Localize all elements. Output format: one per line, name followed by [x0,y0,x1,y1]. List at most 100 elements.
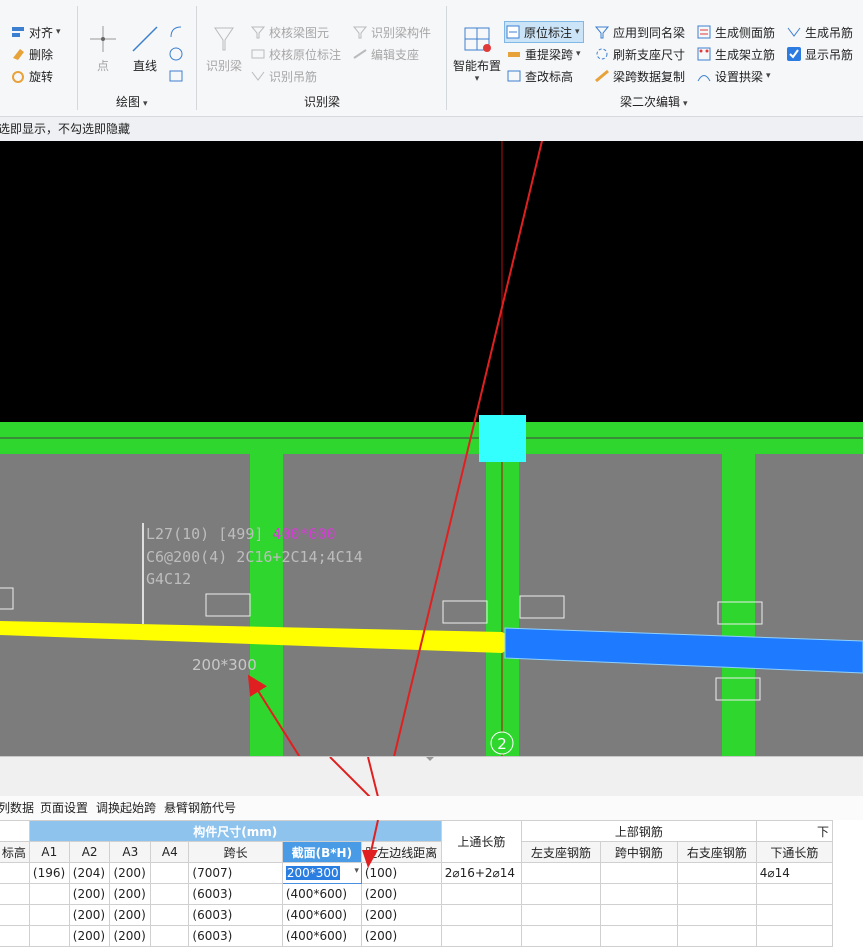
cell[interactable] [440,925,523,947]
smart-layout-button[interactable]: 智能布置 ▾ [450,24,504,84]
cell[interactable] [0,862,30,884]
cell[interactable] [0,883,30,905]
cell[interactable]: (200) [109,862,152,884]
cell[interactable]: 2⌀16+2⌀14 [440,862,523,884]
cell[interactable] [150,883,190,905]
check-beam-elements-button[interactable]: 校核梁图元 [250,22,329,42]
cell[interactable]: (7007) [188,862,283,884]
table-row[interactable]: (200) (200) (6003) (400*600) (200) [0,904,834,926]
inplace-annotation-button[interactable]: 原位标注 ▾ [504,21,584,43]
arc-tool-button[interactable] [168,22,187,42]
cell[interactable]: (200) [68,883,111,905]
cell[interactable] [599,862,678,884]
cell[interactable] [599,883,678,905]
cell[interactable] [150,904,190,926]
apply-same-name-button[interactable]: 应用到同名梁 [594,22,685,42]
cell[interactable]: (100) [360,862,442,884]
relift-span-button[interactable]: 重提梁跨 ▾ [506,44,581,64]
cell[interactable]: (200) [109,904,152,926]
cell[interactable] [599,925,678,947]
column-data-button[interactable]: 列数据 [0,796,34,820]
edit2-group-label[interactable]: 梁二次编辑 ▾ [620,93,688,110]
cell[interactable] [755,904,834,926]
apply-icon [594,24,610,40]
circle-tool-button[interactable] [168,44,187,64]
cell[interactable]: (200) [360,925,442,947]
gen-side-rebar-button[interactable]: 生成侧面筋 [696,22,775,42]
table-row[interactable]: (196) (204) (200) (7007) 200*300 ▾ (100) … [0,862,834,884]
check-elevation-button[interactable]: 查改标高 [506,66,573,86]
cell[interactable] [0,925,30,947]
show-hanger-checkbox[interactable]: 显示吊筋 [786,44,853,64]
draw-group-label[interactable]: 绘图 ▾ [116,93,148,110]
cell[interactable] [28,925,70,947]
cell[interactable] [676,925,757,947]
rect-tool-button[interactable] [168,66,187,86]
check-inplace-annotation-button[interactable]: 校核原位标注 [250,44,341,64]
cell[interactable]: 4⌀14 [755,862,834,884]
table-row[interactable]: (200) (200) (6003) (400*600) (200) [0,925,834,947]
line-button[interactable]: 直线 [128,24,162,74]
cell[interactable] [521,904,601,926]
smart-layout-icon [464,27,491,52]
cell[interactable] [28,904,70,926]
cell[interactable] [440,883,523,905]
cell[interactable] [0,904,30,926]
edit-support-button[interactable]: 编辑支座 [352,44,419,64]
beam-vertical-3[interactable] [722,454,755,756]
page-setup-button[interactable]: 页面设置 [40,796,88,820]
section-cell-value[interactable]: 200*300 [285,866,340,880]
cell[interactable] [676,862,757,884]
identify-beam-members-button[interactable]: 识别梁构件 [352,22,431,42]
dropdown-icon[interactable]: ▾ [354,866,359,876]
cell[interactable] [521,862,601,884]
cell[interactable]: (200) [109,883,152,905]
cell[interactable] [755,925,834,947]
identify-beam-button[interactable]: 识别梁 [204,24,244,74]
section-cell-editing[interactable]: 200*300 ▾ [281,862,362,884]
align-button[interactable]: 对齐 ▾ [10,22,61,42]
column[interactable] [479,415,526,462]
drawing-svg[interactable]: L27(10) [499] 400*600 C6@200(4) 2C16+2C1… [0,141,863,756]
header-a2: A2 [68,841,111,863]
refresh-support-button[interactable]: 刷新支座尺寸 [594,44,685,64]
gen-hanger-button[interactable]: 生成吊筋 [786,22,853,42]
cantilever-rebar-code-button[interactable]: 悬臂钢筋代号 [164,796,236,820]
identify-hanger-button[interactable]: 识别吊筋 [250,66,317,86]
cell[interactable] [755,883,834,905]
point-button[interactable]: 点 [86,24,120,74]
cell[interactable]: (200) [68,925,111,947]
ribbon: 对齐 ▾ 删除 旋转 点 直线 绘图 ▾ 识别梁 校核梁图元 校核原位标注 识别吊筋… [0,0,863,117]
cell[interactable]: (200) [360,904,442,926]
delete-button[interactable]: 删除 [10,44,53,64]
span-data-copy-button[interactable]: 梁跨数据复制 [594,66,685,86]
swap-start-span-button[interactable]: 调换起始跨 [96,796,156,820]
cell[interactable] [150,925,190,947]
beam-vertical-1[interactable] [250,454,283,756]
cell[interactable] [676,904,757,926]
cell[interactable]: (6003) [188,925,283,947]
drawing-canvas[interactable]: L27(10) [499] 400*600 C6@200(4) 2C16+2C1… [0,141,863,756]
cell[interactable]: (400*600) [281,883,362,905]
cell[interactable]: (6003) [188,904,283,926]
cell[interactable] [599,904,678,926]
rotate-button[interactable]: 旋转 [10,66,53,86]
cell[interactable] [521,925,601,947]
cell[interactable]: (400*600) [281,925,362,947]
cell[interactable]: (200) [109,925,152,947]
cell[interactable] [521,883,601,905]
cell[interactable] [150,862,190,884]
cell[interactable] [676,883,757,905]
cell[interactable] [440,904,523,926]
set-arch-beam-button[interactable]: 设置拱梁 ▾ [696,66,771,86]
cell[interactable]: (6003) [188,883,283,905]
cell[interactable] [28,883,70,905]
cell[interactable]: (200) [360,883,442,905]
cell[interactable]: (204) [68,862,111,884]
cell[interactable]: (200) [68,904,111,926]
cell[interactable]: (196) [28,862,70,884]
gen-frame-rebar-button[interactable]: 生成架立筋 [696,44,775,64]
panel-splitter[interactable] [0,756,863,797]
cell[interactable]: (400*600) [281,904,362,926]
table-row[interactable]: (200) (200) (6003) (400*600) (200) [0,883,834,905]
